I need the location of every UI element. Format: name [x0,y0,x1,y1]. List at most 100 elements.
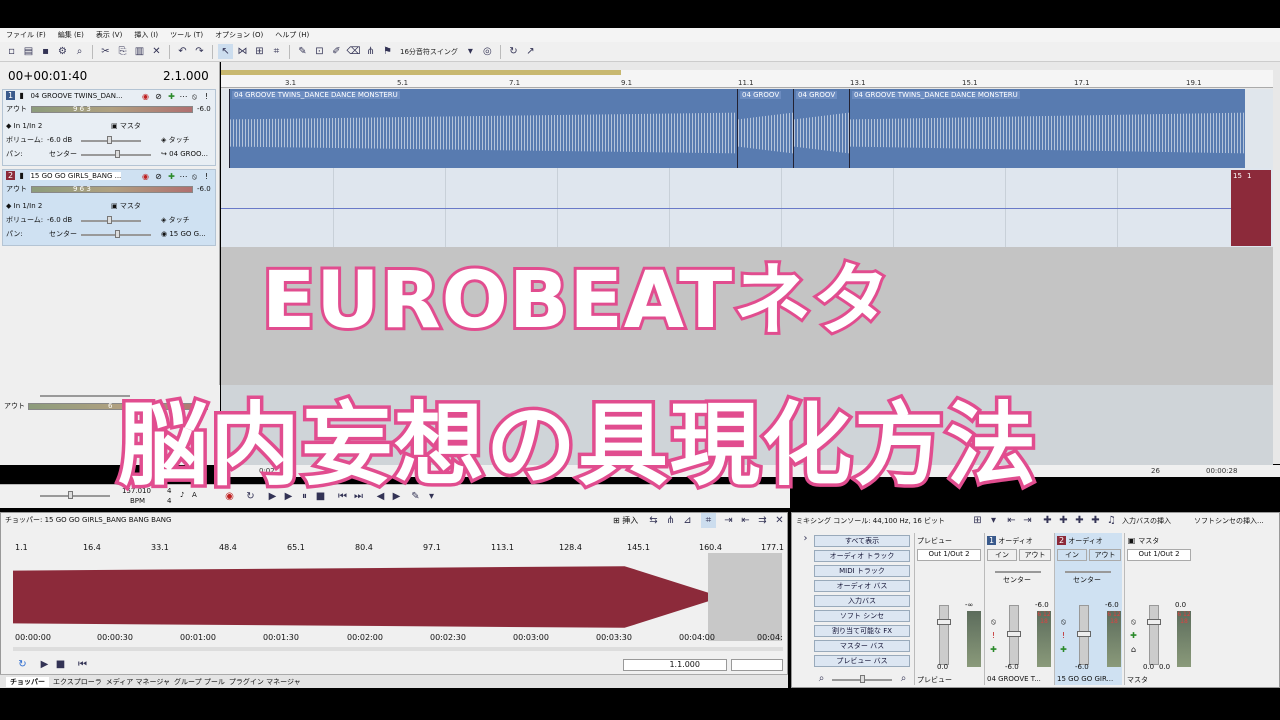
mute-icon[interactable]: ⦸ [1059,617,1068,626]
marker-icon[interactable]: ⊿ [680,513,695,528]
select-icon[interactable]: ⇆ [646,513,661,528]
filter-all[interactable]: すべて表示 [814,535,910,547]
volume-envelope[interactable] [221,208,1231,209]
strip-in-button[interactable]: イン [987,549,1017,561]
track-name[interactable]: 04 GROOVE TWINS_DAN... [30,92,122,100]
input-routing[interactable]: ◆ In 1/In 2 [6,121,42,131]
filter-preview-bus[interactable]: プレビュー バス [814,655,910,667]
menu-file[interactable]: ファイル (F) [6,30,46,40]
chevron-down-icon[interactable]: ▾ [463,44,478,59]
tab-group-pool[interactable]: グループ プール [174,677,225,687]
swing-label[interactable]: 16分音符スイング [397,47,461,57]
tab-chopper[interactable]: チョッパー [6,676,49,687]
chopper-position-field[interactable]: 1.1.000 [623,659,727,671]
filter-audio-bus[interactable]: オーディオ バス [814,580,910,592]
filter-audio-tracks[interactable]: オーディオ トラック [814,550,910,562]
strip-pan-slider[interactable] [995,571,1041,573]
more-icon[interactable]: ⋯ [179,172,188,181]
audio-clip[interactable]: 04 GROOV [737,89,793,168]
zoom-out-icon[interactable]: ⌕ [814,671,829,686]
grid-icon[interactable]: ⊡ [312,44,327,59]
strip-fader[interactable] [939,605,949,665]
filter-master-bus[interactable]: マスター バス [814,640,910,652]
chopper-length-field[interactable] [731,659,783,671]
track-lane[interactable]: 15 1 [221,168,1273,247]
stop-icon[interactable]: ■ [53,657,68,672]
menu-view[interactable]: 表示 (V) [96,30,122,40]
props-icon[interactable]: ⊞ [970,513,985,528]
fx-icon[interactable]: ✚ [167,92,176,101]
menu-options[interactable]: オプション (O) [215,30,263,40]
strip-routing[interactable]: Out 1/Out 2 [917,549,981,561]
lock-icon[interactable]: ⌂ [1129,645,1138,654]
volume-slider-knob[interactable] [107,136,112,144]
mute-icon[interactable]: ⦸ [1129,617,1138,626]
zoom-slider[interactable] [40,495,110,497]
snap-icon[interactable]: ⌗ [701,513,716,528]
touch-mode[interactable]: ◈ タッチ [161,215,190,225]
add-track-icon[interactable]: ✚ [1040,513,1055,528]
strip-in-button[interactable]: イン [1057,549,1087,561]
chopper-insert-button[interactable]: ⊞ 挿入 [613,515,638,526]
strip-fader-knob[interactable] [937,619,951,625]
solo-icon[interactable]: ! [202,92,211,101]
fx-icon[interactable]: ✚ [1129,631,1138,640]
strip-fader-knob[interactable] [1007,631,1021,637]
zoom-knob[interactable] [68,491,73,499]
filter-input-bus[interactable]: 入力バス [814,595,910,607]
audio-clip[interactable]: 04 GROOV [793,89,849,168]
loop-region-bar[interactable] [221,70,621,75]
close-icon[interactable]: ✕ [772,513,787,528]
envelope-tool-icon[interactable]: ⋈ [235,44,250,59]
fx-icon[interactable]: ✚ [989,645,998,654]
zoom-icon[interactable]: ⌕ [72,44,87,59]
pan-slider-knob[interactable] [115,230,120,238]
touch-mode[interactable]: ◈ タッチ [161,135,190,145]
go-to-start-icon[interactable]: ⏮ [75,657,90,672]
tab-plugin-manager[interactable]: プラグイン マネージャ [229,677,301,687]
chevron-down-icon[interactable]: ▾ [986,513,1001,528]
redo-icon[interactable]: ↷ [192,44,207,59]
solo-icon[interactable]: ! [1059,631,1068,640]
more-icon[interactable]: ⋯ [179,92,188,101]
loop-icon[interactable]: ↻ [15,657,30,672]
menu-help[interactable]: ヘルプ (H) [275,30,309,40]
undo-icon[interactable]: ↶ [175,44,190,59]
add-bus-icon[interactable]: ✚ [1056,513,1071,528]
mute-icon[interactable]: ⦸ [190,172,199,181]
pencil-icon[interactable]: ✎ [295,44,310,59]
volume-slider-knob[interactable] [107,216,112,224]
audio-clip[interactable]: 15 1 [1231,170,1271,246]
open-icon[interactable]: ▤ [21,44,36,59]
mute-icon[interactable]: ⦸ [989,617,998,626]
track-header[interactable]: 2 ▮ 15 GO GO GIRLS_BANG ... ◉ ⊘ ✚ ⋯ ⦸ ! … [2,169,216,246]
strip-out-button[interactable]: アウト [1089,549,1121,561]
menu-insert[interactable]: 挿入 (I) [134,30,158,40]
chopper-waveform[interactable] [13,553,708,641]
input-routing[interactable]: ◆ In 1/In 2 [6,201,42,211]
filter-assignable-fx[interactable]: 割り当て可能な FX [814,625,910,637]
nav-icon[interactable]: ⇤ [738,513,753,528]
track-header[interactable]: 1 ▮ 04 GROOVE TWINS_DAN... ◉ ⊘ ✚ ⋯ ⦸ ! ア… [2,89,216,166]
record-arm-icon[interactable]: ◉ [141,172,150,181]
pan-slider-knob[interactable] [115,150,120,158]
fx-icon[interactable]: ✚ [1059,645,1068,654]
automation-icon[interactable]: ⊘ [154,92,163,101]
delete-icon[interactable]: ✕ [149,44,164,59]
strip-routing[interactable]: Out 1/Out 2 [1127,549,1191,561]
menu-tools[interactable]: ツール (T) [170,30,203,40]
paste-icon[interactable]: ▥ [132,44,147,59]
automation-icon[interactable]: ⊘ [154,172,163,181]
cut-icon[interactable]: ✂ [98,44,113,59]
narrow-icon[interactable]: ⇤ [1004,513,1019,528]
eraser-icon[interactable]: ⌫ [346,44,361,59]
marker-icon[interactable]: ⚑ [380,44,395,59]
strip-fader[interactable] [1149,605,1159,665]
audio-clip[interactable]: 04 GROOVE TWINS_DANCE DANCE MONSTERU [229,89,737,168]
copy-icon[interactable]: ⎘ [115,44,130,59]
tab-media-manager[interactable]: メディア マネージャ [106,677,170,687]
filter-midi-tracks[interactable]: MIDI トラック [814,565,910,577]
mask-toggle[interactable]: ▣ マスタ [111,121,141,131]
add-input-icon[interactable]: ✚ [1088,513,1103,528]
track-lane[interactable]: 04 GROOVE TWINS_DANCE DANCE MONSTERU 04 … [221,89,1273,168]
